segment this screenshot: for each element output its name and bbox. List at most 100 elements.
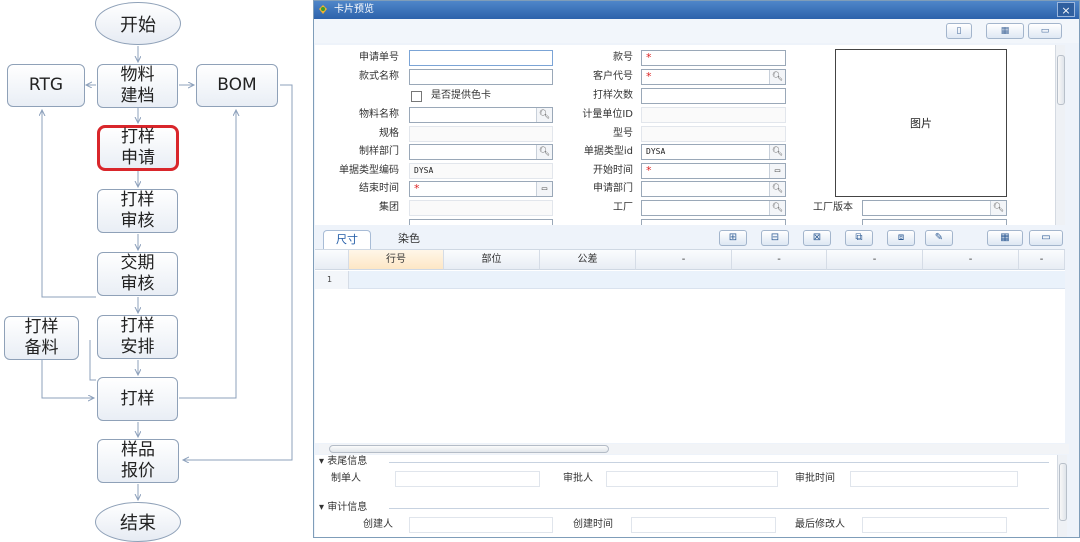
approver-label: 审批人: [563, 473, 593, 484]
spec-label: 规格: [379, 128, 399, 139]
material-name-field[interactable]: 🔍︎: [409, 107, 553, 123]
doc-type-code-field: DYSA: [409, 163, 553, 179]
color-card-label: 是否提供色卡: [431, 90, 491, 101]
search-icon[interactable]: 🔍︎: [990, 201, 1006, 215]
style-no-field[interactable]: *: [641, 50, 786, 66]
grid-header-col[interactable]: -: [636, 250, 732, 270]
detail-tabbar: 尺寸 染色 ⊞ ⊟ ⊠ ⧉ ⧈ ✎ ▦ ▭: [315, 227, 1065, 249]
style-name-label: 款式名称: [359, 71, 399, 82]
factory-version-field[interactable]: 🔍︎: [862, 200, 1007, 216]
apply-dept-label: 申请部门: [593, 183, 633, 194]
end-time-field[interactable]: * ▭: [409, 181, 553, 197]
doc-type-code-label: 单据类型编码: [339, 165, 399, 176]
insert-row-icon[interactable]: ⊟: [761, 230, 789, 246]
style-name-field[interactable]: [409, 69, 553, 85]
section-audit-title: 审计信息: [327, 502, 368, 513]
section-footer-info[interactable]: ▾ 表尾信息: [319, 455, 1049, 469]
material-name-label: 物料名称: [359, 109, 399, 120]
form-scrollbar[interactable]: [1055, 45, 1065, 225]
customer-code-field[interactable]: * 🔍︎: [641, 69, 786, 85]
section-footer-title: 表尾信息: [327, 456, 368, 467]
section-audit-info[interactable]: ▾ 审计信息: [319, 501, 1049, 515]
grid-header-col[interactable]: -: [923, 250, 1019, 270]
grid-scrollbar-thumb[interactable]: [329, 445, 609, 453]
search-icon[interactable]: 🔍︎: [536, 108, 552, 122]
collapse-icon[interactable]: ▾: [319, 456, 324, 467]
process-flowchart: 开始 RTG 物料 建档 BOM 打样 申请 打样 审核 交期 审核 打样 备料…: [0, 0, 305, 542]
group-label: 集团: [379, 202, 399, 213]
row-number: 1: [315, 271, 349, 289]
close-button[interactable]: ×: [1057, 2, 1075, 17]
search-icon[interactable]: 🔍︎: [536, 145, 552, 159]
factory-label: 工厂: [613, 202, 633, 213]
window-titlebar: 卡片预览 ×: [314, 1, 1079, 19]
search-icon[interactable]: 🔍︎: [769, 70, 785, 84]
make-dept-field[interactable]: 🔍︎: [409, 144, 553, 160]
create-time-label: 创建时间: [573, 519, 613, 530]
unit-id-label: 计量单位ID: [582, 109, 633, 120]
tab-dyeing[interactable]: 染色: [385, 230, 433, 249]
edit-icon[interactable]: ✎: [925, 230, 953, 246]
group-field: [409, 200, 553, 216]
grid-header-row-no[interactable]: 行号: [349, 250, 444, 270]
grid-horizontal-scrollbar[interactable]: [319, 444, 1069, 454]
add-row-icon[interactable]: ⊞: [719, 230, 747, 246]
footer-scrollbar-thumb[interactable]: [1059, 463, 1067, 521]
delete-row-icon[interactable]: ⊠: [803, 230, 831, 246]
last-modifier-field: [862, 517, 1007, 533]
approver-field: [606, 471, 778, 487]
search-icon[interactable]: 🔍︎: [769, 145, 785, 159]
style-no-label: 款号: [613, 52, 633, 63]
card-form: 申请单号 款式名称 是否提供色卡 物料名称 🔍︎ 规格 制样部门 🔍︎ 单据类型…: [315, 45, 1065, 225]
form-row-partial: [641, 219, 786, 225]
apply-dept-field[interactable]: 🔍︎: [641, 181, 786, 197]
window-toolbar: ▯ ▦ ▭: [314, 19, 1079, 43]
grid-header-col[interactable]: -: [732, 250, 827, 270]
flow-sample-quote: 样品 报价: [97, 439, 179, 483]
color-card-checkbox[interactable]: [411, 91, 422, 102]
last-modifier-label: 最后修改人: [795, 519, 845, 530]
start-time-field[interactable]: * ▭: [641, 163, 786, 179]
approve-time-field: [850, 471, 1018, 487]
table-row[interactable]: 1: [315, 271, 1065, 289]
maker-label: 制单人: [331, 473, 361, 484]
flow-start: 开始: [95, 2, 181, 45]
tab-size[interactable]: 尺寸: [323, 230, 371, 249]
search-icon[interactable]: 🔍︎: [769, 182, 785, 196]
grid-header-tolerance[interactable]: 公差: [540, 250, 636, 270]
sample-count-field[interactable]: [641, 88, 786, 104]
grid-header-col[interactable]: -: [827, 250, 923, 270]
model-label: 型号: [613, 128, 633, 139]
flow-sample-schedule: 打样 安排: [97, 315, 178, 359]
app-icon: [319, 5, 327, 14]
calendar-icon[interactable]: ▭: [769, 164, 785, 178]
layout-icon[interactable]: ▦: [986, 23, 1024, 39]
collapse-icon[interactable]: ▾: [319, 502, 324, 513]
flow-bom: BOM: [196, 64, 278, 107]
apply-no-label: 申请单号: [359, 52, 399, 63]
grid-header-part[interactable]: 部位: [444, 250, 540, 270]
footer-scrollbar[interactable]: [1057, 455, 1067, 537]
apply-no-field[interactable]: [409, 50, 553, 66]
form-row-partial: [862, 219, 1007, 225]
make-dept-label: 制样部门: [359, 146, 399, 157]
maximize-icon[interactable]: ▭: [1029, 230, 1063, 246]
model-field: [641, 126, 786, 142]
flow-material-doc: 物料 建档: [97, 64, 178, 108]
calendar-icon[interactable]: ▭: [536, 182, 552, 196]
picture-box[interactable]: 图片: [835, 49, 1007, 197]
required-mark: *: [414, 182, 420, 195]
factory-field[interactable]: 🔍︎: [641, 200, 786, 216]
form-scrollbar-thumb[interactable]: [1057, 55, 1065, 105]
maximize-icon[interactable]: ▭: [1028, 23, 1062, 39]
paste-row-icon[interactable]: ⧈: [887, 230, 915, 246]
lock-icon[interactable]: ▯: [946, 23, 972, 39]
copy-row-icon[interactable]: ⧉: [845, 230, 873, 246]
sample-count-label: 打样次数: [593, 90, 633, 101]
layout-icon[interactable]: ▦: [987, 230, 1023, 246]
customer-code-label: 客户代号: [593, 71, 633, 82]
doc-type-field[interactable]: DYSA 🔍︎: [641, 144, 786, 160]
flow-sampling: 打样: [97, 377, 178, 421]
grid-header-col[interactable]: -: [1019, 250, 1065, 270]
creator-field: [409, 517, 553, 533]
